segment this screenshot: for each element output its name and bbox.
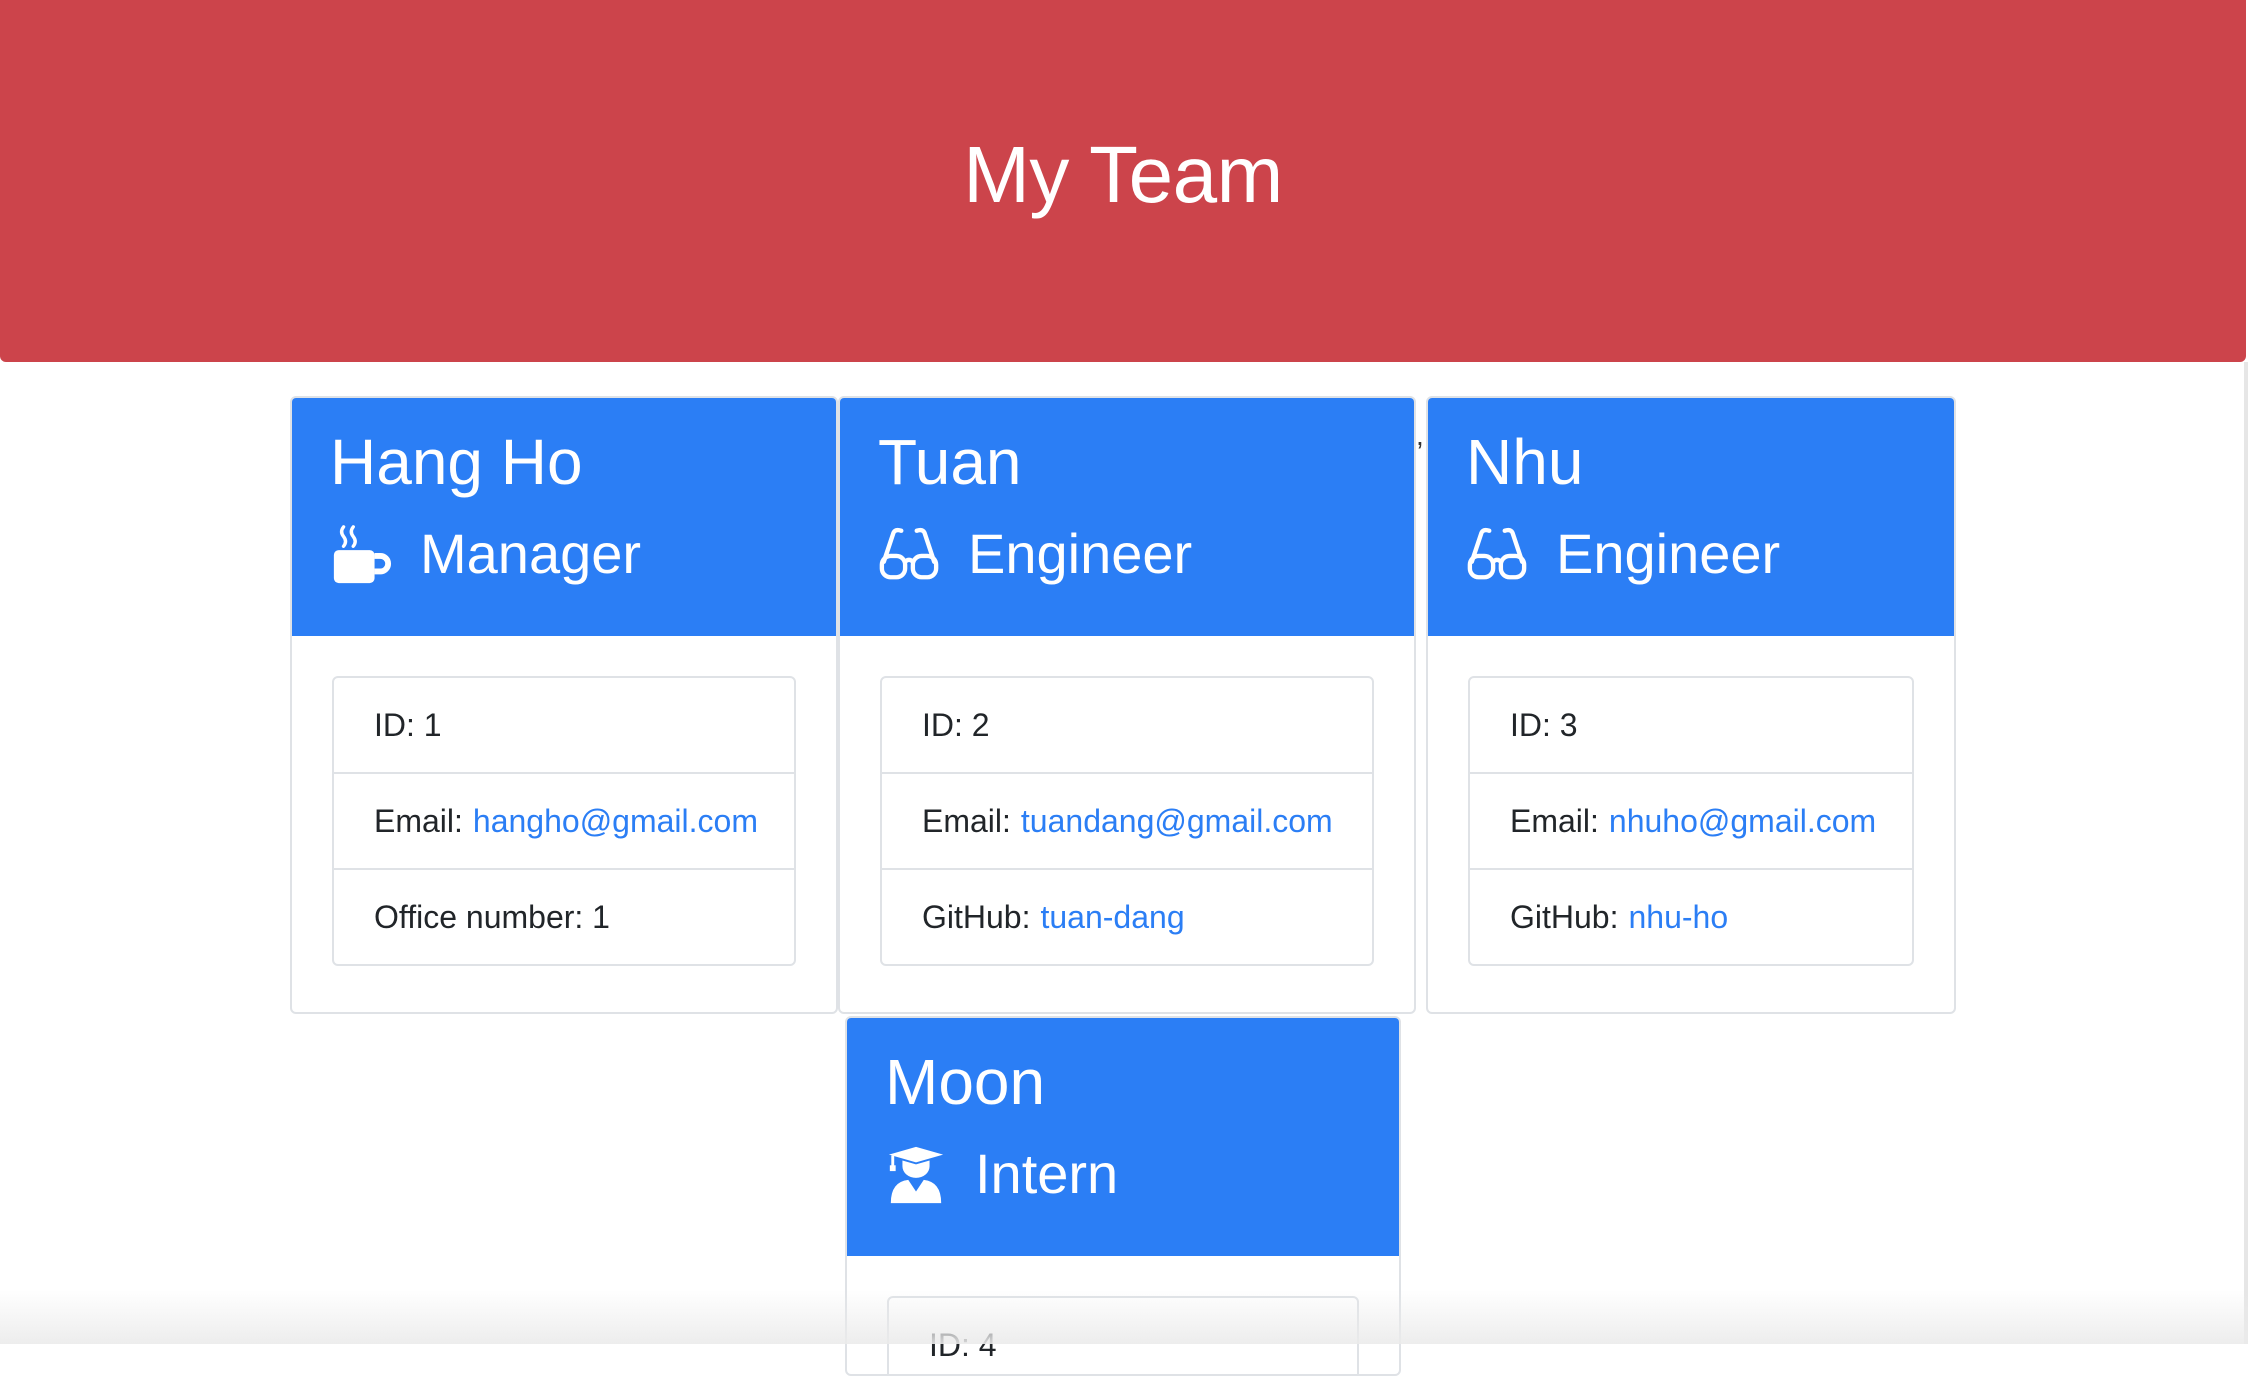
list-item-id: ID: 2 — [882, 678, 1372, 774]
employee-card-manager: Hang Ho Manager ID: 1 Email: hangho@gmai… — [290, 396, 838, 1014]
employee-name: Nhu — [1466, 426, 1584, 498]
employee-card-engineer: Nhu Engineer ID: 3 Email: nhuho@gmail.co… — [1426, 396, 1956, 1014]
info-list: ID: 4 — [887, 1296, 1359, 1374]
github-link[interactable]: nhu-ho — [1628, 899, 1728, 936]
list-item-id: ID: 3 — [1470, 678, 1912, 774]
card-header: Hang Ho Manager — [292, 398, 836, 636]
employee-card-engineer: Tuan Engineer ID: 2 Email: tuandang@gmai… — [838, 396, 1416, 1014]
info-list: ID: 3 Email: nhuho@gmail.com GitHub: nhu… — [1468, 676, 1914, 966]
employee-role: Intern — [975, 1142, 1119, 1205]
employee-role: Engineer — [1556, 522, 1781, 585]
list-item-email: Email: hangho@gmail.com — [334, 774, 794, 870]
card-header: Nhu Engineer — [1428, 398, 1954, 636]
list-item-email: Email: tuandang@gmail.com — [882, 774, 1372, 870]
header-banner: My Team — [0, 0, 2246, 362]
office-number-text: Office number: 1 — [374, 898, 610, 935]
role-row: Engineer — [878, 514, 1192, 594]
email-link[interactable]: tuandang@gmail.com — [1021, 803, 1333, 840]
id-text: ID: 2 — [922, 706, 990, 743]
github-link[interactable]: tuan-dang — [1040, 899, 1184, 936]
info-list: ID: 2 Email: tuandang@gmail.com GitHub: … — [880, 676, 1374, 966]
id-text: ID: 1 — [374, 706, 442, 743]
github-label: GitHub: — [1510, 898, 1619, 935]
scrollbar-track[interactable] — [2244, 362, 2248, 1344]
employee-name: Tuan — [878, 426, 1022, 498]
card-header: Tuan Engineer — [840, 398, 1414, 636]
role-row: Manager — [330, 514, 641, 594]
role-row: Engineer — [1466, 514, 1780, 594]
list-item-id: ID: 4 — [889, 1298, 1357, 1374]
github-label: GitHub: — [922, 898, 1031, 935]
list-item-office: Office number: 1 — [334, 870, 794, 964]
email-link[interactable]: nhuho@gmail.com — [1609, 803, 1876, 840]
graduate-icon — [885, 1143, 947, 1205]
glasses-icon — [878, 523, 940, 585]
page-title: My Team — [963, 130, 1283, 219]
employee-role: Engineer — [968, 522, 1193, 585]
coffee-mug-icon — [330, 523, 392, 585]
employee-name: Hang Ho — [330, 426, 583, 498]
role-row: Intern — [885, 1134, 1118, 1214]
list-item-github: GitHub: tuan-dang — [882, 870, 1372, 964]
card-header: Moon Intern — [847, 1018, 1399, 1256]
employee-name: Moon — [885, 1046, 1046, 1118]
list-item-github: GitHub: nhu-ho — [1470, 870, 1912, 964]
list-item-id: ID: 1 — [334, 678, 794, 774]
id-text: ID: 3 — [1510, 706, 1578, 743]
id-text: ID: 4 — [929, 1326, 997, 1363]
email-label: Email: — [922, 802, 1011, 839]
email-link[interactable]: hangho@gmail.com — [473, 803, 758, 840]
employee-role: Manager — [420, 522, 642, 585]
email-label: Email: — [1510, 802, 1599, 839]
employee-card-intern: Moon Intern ID: 4 — [845, 1016, 1401, 1376]
info-list: ID: 1 Email: hangho@gmail.com Office num… — [332, 676, 796, 966]
stray-comma: , — [1416, 420, 1424, 451]
glasses-icon — [1466, 523, 1528, 585]
email-label: Email: — [374, 802, 463, 839]
list-item-email: Email: nhuho@gmail.com — [1470, 774, 1912, 870]
